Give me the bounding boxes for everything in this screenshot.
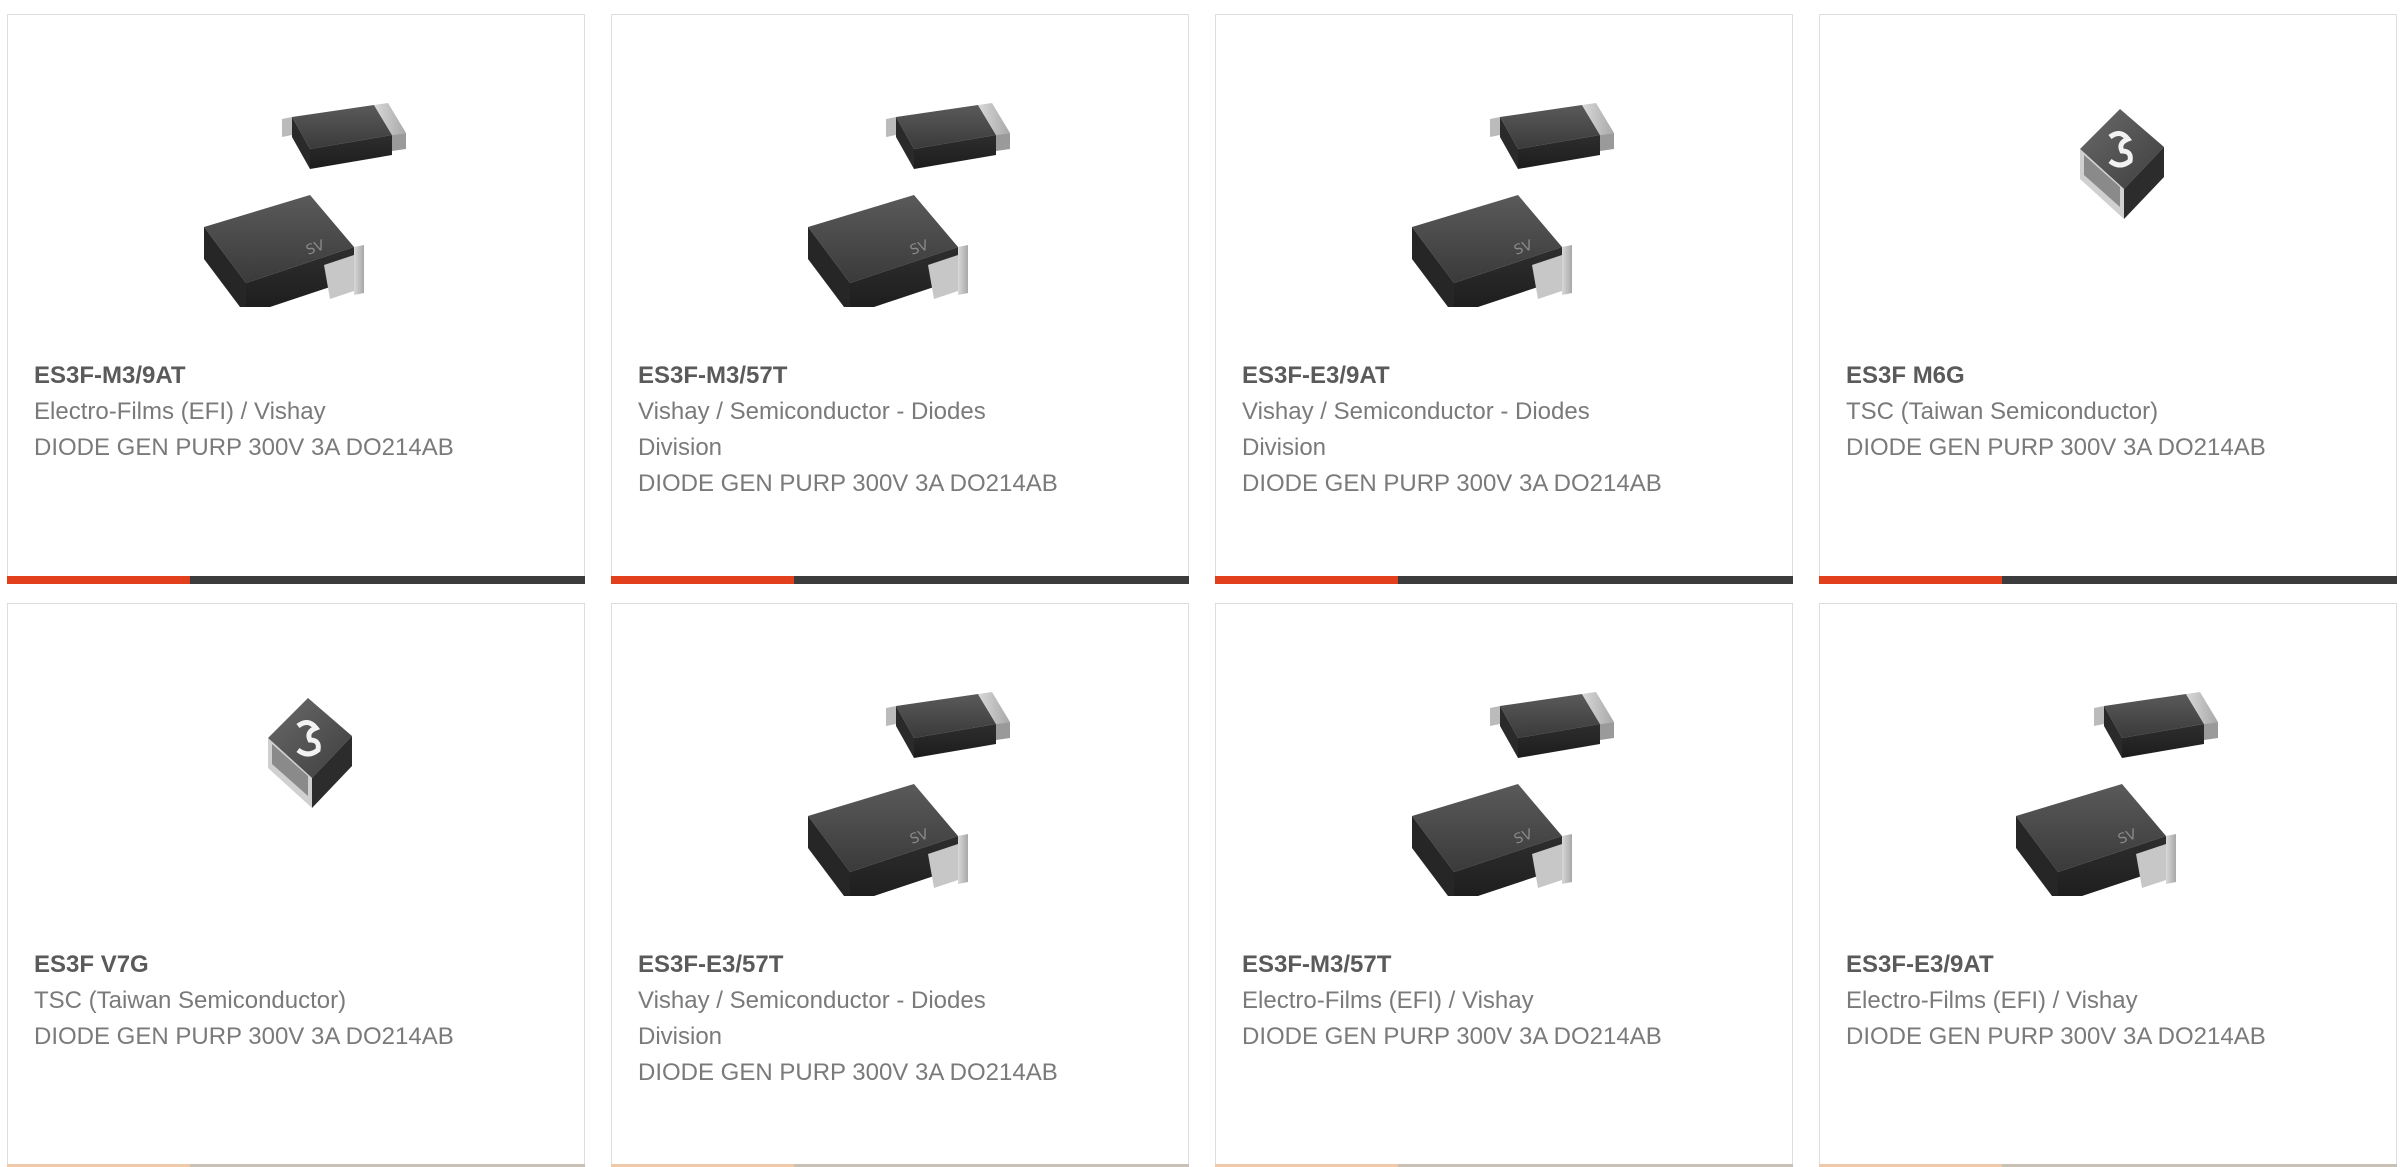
product-card[interactable]: ES3F-M3/57T Electro-Films (EFI) / Vishay D… [1215,603,1793,1167]
product-card[interactable]: ES3F-M3/57T Vishay / Semiconductor - Diod… [611,14,1189,584]
manufacturer-name: Vishay / Semiconductor - Diodes Division [638,987,986,1050]
product-info: ES3F-M3/9AT Electro-Films (EFI) / Vishay D… [34,358,564,466]
manufacturer-name: TSC (Taiwan Semiconductor) [34,987,347,1014]
card-bottom-bar [611,576,1189,584]
manufacturer-name: TSC (Taiwan Semiconductor) [1846,398,2159,425]
product-info: ES3F V7G TSC (Taiwan Semiconductor) DIODE … [34,947,564,1055]
card-accent-stripe [1215,576,1398,584]
product-grid: ES3F-M3/9AT Electro-Films (EFI) / Vishay D… [0,0,2400,1167]
product-description: DIODE GEN PURP 300V 3A DO214AB [1242,1023,1662,1050]
smc-package-pair-icon[interactable] [612,77,1188,307]
product-description: DIODE GEN PURP 300V 3A DO214AB [1846,434,2266,461]
product-info: ES3F-E3/9AT Electro-Films (EFI) / Vishay D… [1846,947,2376,1055]
product-card[interactable]: ES3F-E3/57T Vishay / Semiconductor - Diod… [611,603,1189,1167]
manufacturer-name: Vishay / Semiconductor - Diodes Division [638,398,986,461]
product-description: DIODE GEN PURP 300V 3A DO214AB [1242,470,1662,497]
part-number-link[interactable]: ES3F-E3/9AT [1846,947,2376,983]
manufacturer-name: Vishay / Semiconductor - Diodes Division [1242,398,1590,461]
card-accent-stripe [611,576,794,584]
product-description: DIODE GEN PURP 300V 3A DO214AB [638,1059,1058,1086]
product-card[interactable]: ES3F-E3/9AT Electro-Films (EFI) / Vishay D… [1819,603,2397,1167]
part-number-link[interactable]: ES3F-M3/57T [1242,947,1772,983]
part-number-link[interactable]: ES3F-M3/9AT [34,358,564,394]
product-description: DIODE GEN PURP 300V 3A DO214AB [34,434,454,461]
tsc-package-icon[interactable] [8,666,584,896]
card-bottom-bar [1215,576,1793,584]
card-bottom-bar [7,576,585,584]
smc-package-pair-icon[interactable] [1216,77,1792,307]
smc-package-pair-icon[interactable] [1820,666,2396,896]
card-bottom-bar [1819,576,2397,584]
card-accent-stripe [7,576,190,584]
smc-package-pair-icon[interactable] [1216,666,1792,896]
product-card[interactable]: ES3F-M3/9AT Electro-Films (EFI) / Vishay D… [7,14,585,584]
product-info: ES3F M6G TSC (Taiwan Semiconductor) DIODE … [1846,358,2376,466]
part-number-link[interactable]: ES3F-M3/57T [638,358,1168,394]
smc-package-pair-icon[interactable] [612,666,1188,896]
product-info: ES3F-M3/57T Vishay / Semiconductor - Diod… [638,358,1168,502]
product-card[interactable]: ES3F-E3/9AT Vishay / Semiconductor - Diod… [1215,14,1793,584]
card-accent-stripe [1819,576,2002,584]
manufacturer-name: Electro-Films (EFI) / Vishay [1846,987,2138,1014]
manufacturer-name: Electro-Films (EFI) / Vishay [34,398,326,425]
product-description: DIODE GEN PURP 300V 3A DO214AB [638,470,1058,497]
part-number-link[interactable]: ES3F-E3/57T [638,947,1168,983]
product-card[interactable]: ES3F V7G TSC (Taiwan Semiconductor) DIODE … [7,603,585,1167]
product-info: ES3F-E3/57T Vishay / Semiconductor - Diod… [638,947,1168,1091]
product-info: ES3F-M3/57T Electro-Films (EFI) / Vishay D… [1242,947,1772,1055]
product-info: ES3F-E3/9AT Vishay / Semiconductor - Diod… [1242,358,1772,502]
part-number-link[interactable]: ES3F-E3/9AT [1242,358,1772,394]
smc-package-pair-icon[interactable] [8,77,584,307]
manufacturer-name: Electro-Films (EFI) / Vishay [1242,987,1534,1014]
part-number-link[interactable]: ES3F M6G [1846,358,2376,394]
product-card[interactable]: ES3F M6G TSC (Taiwan Semiconductor) DIODE … [1819,14,2397,584]
product-description: DIODE GEN PURP 300V 3A DO214AB [1846,1023,2266,1050]
product-description: DIODE GEN PURP 300V 3A DO214AB [34,1023,454,1050]
part-number-link[interactable]: ES3F V7G [34,947,564,983]
tsc-package-icon[interactable] [1820,77,2396,307]
